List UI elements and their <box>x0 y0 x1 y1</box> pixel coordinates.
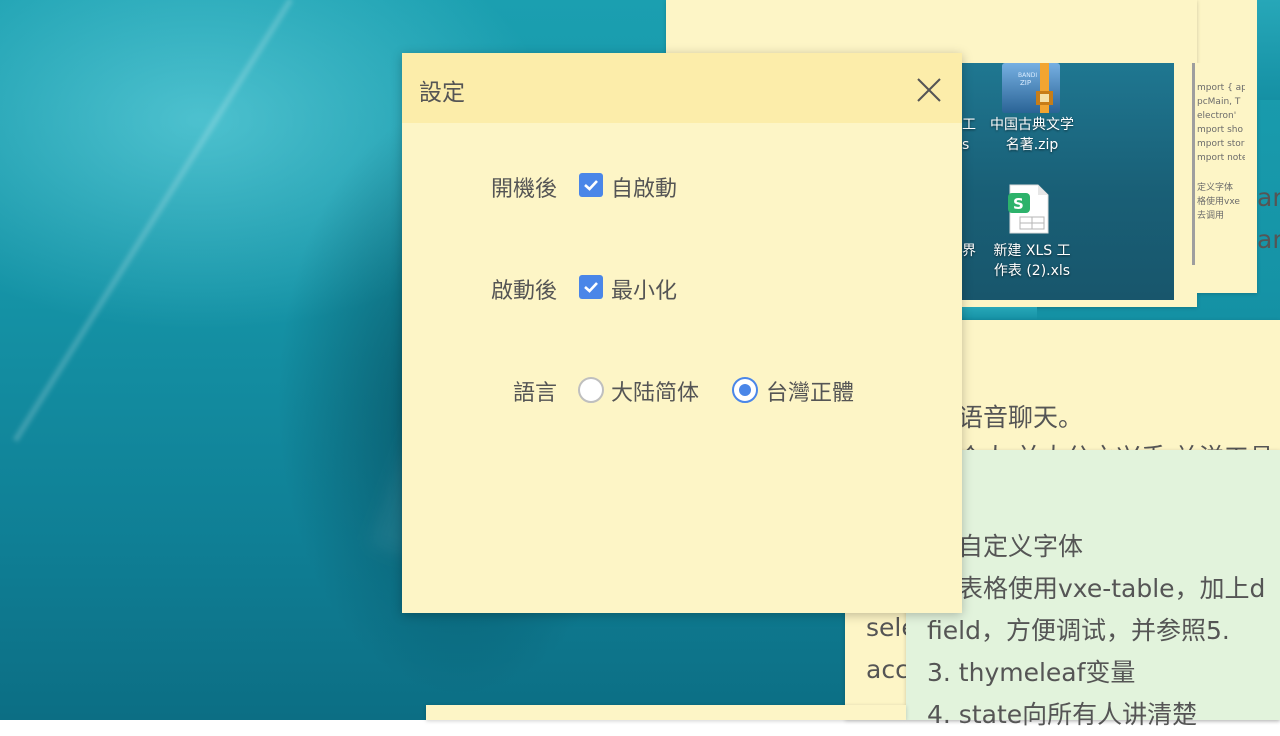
wallpaper-strip <box>1257 0 1280 100</box>
autostart-option-label[interactable]: 自啟動 <box>611 171 677 203</box>
spreadsheet-file-icon: S <box>1008 184 1049 234</box>
note-text: 3. thymeleaf变量 <box>927 658 1136 687</box>
code-line: 格使用vxe <box>1197 197 1240 207</box>
scrollbar[interactable] <box>1192 63 1195 265</box>
note-text: acc <box>866 655 909 684</box>
zip-archive-icon: BANDI ZIP <box>1002 63 1060 113</box>
code-line: mport note <box>1197 153 1245 163</box>
note-text: 4. state向所有人讲清楚 <box>927 700 1198 729</box>
radio-simplified-chinese[interactable] <box>578 377 604 403</box>
dialog-title: 設定 <box>419 80 465 106</box>
radio-selected-dot <box>739 384 751 396</box>
radio-traditional-chinese[interactable] <box>732 377 758 403</box>
code-line: 定义字体 <box>1197 183 1234 193</box>
note-text: 自定义字体 <box>958 532 1084 561</box>
after-launch-label: 啟動後 <box>490 279 557 304</box>
code-line: electron' <box>1197 111 1237 121</box>
checkmark-icon <box>584 282 598 293</box>
pasted-screenshot: 工 s BANDI ZIP 中国古典文学 名著.zip 界 S 新建 XLS 工… <box>962 63 1174 300</box>
dialog-header[interactable]: 設定 <box>402 53 962 123</box>
minimize-checkbox[interactable] <box>579 275 603 299</box>
code-line: 去调用 <box>1197 211 1225 221</box>
note-text: ar <box>1257 225 1280 254</box>
note-text: 语音聊天。 <box>958 403 1084 432</box>
startup-label: 開機後 <box>490 177 557 202</box>
zip-file-label: 中国古典文学 名著.zip <box>990 117 1074 153</box>
checkmark-icon <box>584 180 598 191</box>
language-label: 語言 <box>512 381 557 406</box>
code-line: pcMain, T <box>1197 97 1241 107</box>
note-text: 表格使用vxe-table，加上d <box>958 574 1266 603</box>
code-line: mport { ap <box>1197 83 1245 93</box>
svg-text:S: S <box>1013 195 1024 213</box>
light-ray <box>12 0 294 443</box>
code-line: mport sho <box>1197 125 1243 135</box>
note-text: 个人 并大分之兴手 关洋工具 <box>958 437 1274 450</box>
minimize-option-label[interactable]: 最小化 <box>611 273 677 305</box>
cut-text: 界 <box>962 243 976 259</box>
settings-dialog: 設定 開機後 自啟動 啟動後 最小化 語言 大陆简体 台灣正體 <box>402 53 962 613</box>
close-button[interactable] <box>914 75 944 105</box>
code-snippet: mport { ap pcMain, T electron' mport sho… <box>1197 63 1245 293</box>
autostart-checkbox[interactable] <box>579 173 603 197</box>
code-line: mport stor <box>1197 139 1245 149</box>
sticky-note-bottom[interactable] <box>426 705 906 720</box>
radio-simplified-chinese-label[interactable]: 大陆简体 <box>611 375 699 407</box>
svg-text:ZIP: ZIP <box>1020 79 1031 87</box>
note-text: field，方便调试，并参照5. <box>927 616 1230 645</box>
close-icon <box>917 78 941 102</box>
zip-badge-text: BANDI <box>1018 72 1037 79</box>
cut-text: 工 s <box>962 117 976 153</box>
wallpaper-strip <box>962 307 1037 320</box>
radio-traditional-chinese-label[interactable]: 台灣正體 <box>766 375 854 407</box>
note-text: ar <box>1257 183 1280 212</box>
xls-file-label: 新建 XLS 工 作表 (2).xls <box>993 243 1071 279</box>
